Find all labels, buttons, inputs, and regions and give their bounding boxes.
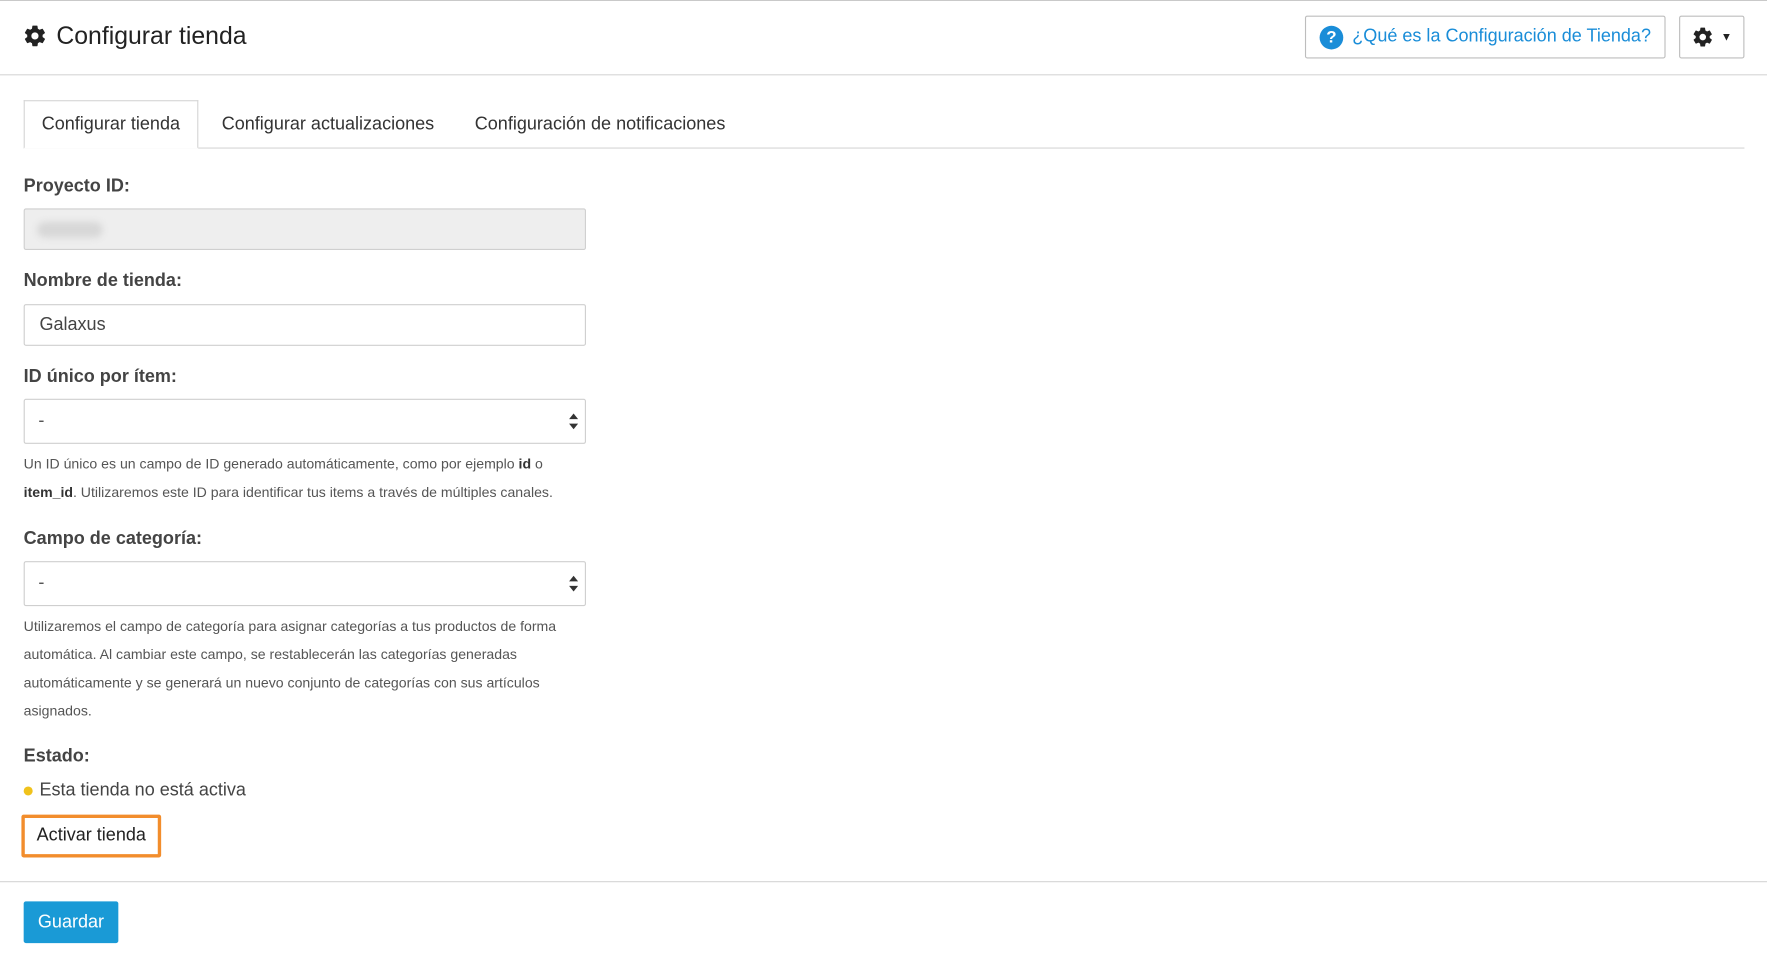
- gear-icon: [1693, 27, 1712, 47]
- unique-id-select[interactable]: -: [23, 398, 586, 444]
- status-label: Estado:: [23, 747, 90, 767]
- store-name-input[interactable]: Galaxus: [23, 304, 586, 346]
- help-text-part: Un ID único es un campo de ID generado a…: [23, 456, 519, 473]
- help-button[interactable]: ? ¿Qué es la Configuración de Tienda?: [1304, 15, 1666, 59]
- redacted-value: [37, 221, 103, 238]
- category-select[interactable]: -: [23, 561, 586, 607]
- unique-id-select-value: -: [38, 411, 45, 431]
- help-text-bold: item_id: [23, 484, 73, 501]
- status-text: Esta tienda no está activa: [39, 780, 246, 800]
- unique-id-label: ID único por ítem:: [23, 367, 177, 387]
- category-label: Campo de categoría:: [23, 529, 203, 549]
- help-text-part: . Utilizaremos este ID para identificar …: [72, 484, 553, 501]
- settings-dropdown-button[interactable]: ▼: [1679, 15, 1745, 59]
- page-title-text: Configurar tienda: [56, 21, 247, 50]
- footer-divider: [0, 881, 1767, 883]
- help-button-label: ¿Qué es la Configuración de Tienda?: [1352, 26, 1651, 47]
- page-title: Configurar tienda: [23, 21, 247, 50]
- select-arrows-icon: [569, 413, 579, 430]
- project-id-label: Proyecto ID:: [23, 176, 130, 196]
- tab-configurar-actualizaciones[interactable]: Configurar actualizaciones: [205, 100, 451, 148]
- category-help-text: Utilizaremos el campo de categoría para …: [23, 618, 557, 719]
- question-icon: ?: [1319, 25, 1344, 49]
- content-frame: Configurar tienda ? ¿Qué es la Configura…: [0, 1, 1767, 956]
- tab-configurar-tienda[interactable]: Configurar tienda: [23, 100, 199, 149]
- help-text-part: o: [531, 456, 543, 473]
- top-bar: Configurar tienda ? ¿Qué es la Configura…: [0, 1, 1767, 76]
- select-arrows-icon: [569, 575, 579, 592]
- activate-store-button[interactable]: Activar tienda: [21, 814, 162, 858]
- unique-id-help-text: Un ID único es un campo de ID generado a…: [24, 451, 599, 507]
- tab-bar: Configurar tienda Configurar actualizaci…: [23, 100, 1745, 149]
- caret-down-icon: ▼: [1720, 30, 1732, 44]
- status-dot-icon: [23, 786, 33, 796]
- page: Configurar tienda ? ¿Qué es la Configura…: [0, 0, 1767, 956]
- category-select-value: -: [38, 573, 45, 593]
- help-text-bold: id: [518, 456, 532, 473]
- save-button[interactable]: Guardar: [23, 901, 119, 944]
- status-indicator: Esta tienda no está activa: [23, 780, 246, 801]
- tab-configuracion-notificaciones[interactable]: Configuración de notificaciones: [458, 100, 742, 148]
- project-id-field: [23, 208, 586, 251]
- store-name-label: Nombre de tienda:: [23, 271, 182, 291]
- gear-icon: [24, 25, 45, 47]
